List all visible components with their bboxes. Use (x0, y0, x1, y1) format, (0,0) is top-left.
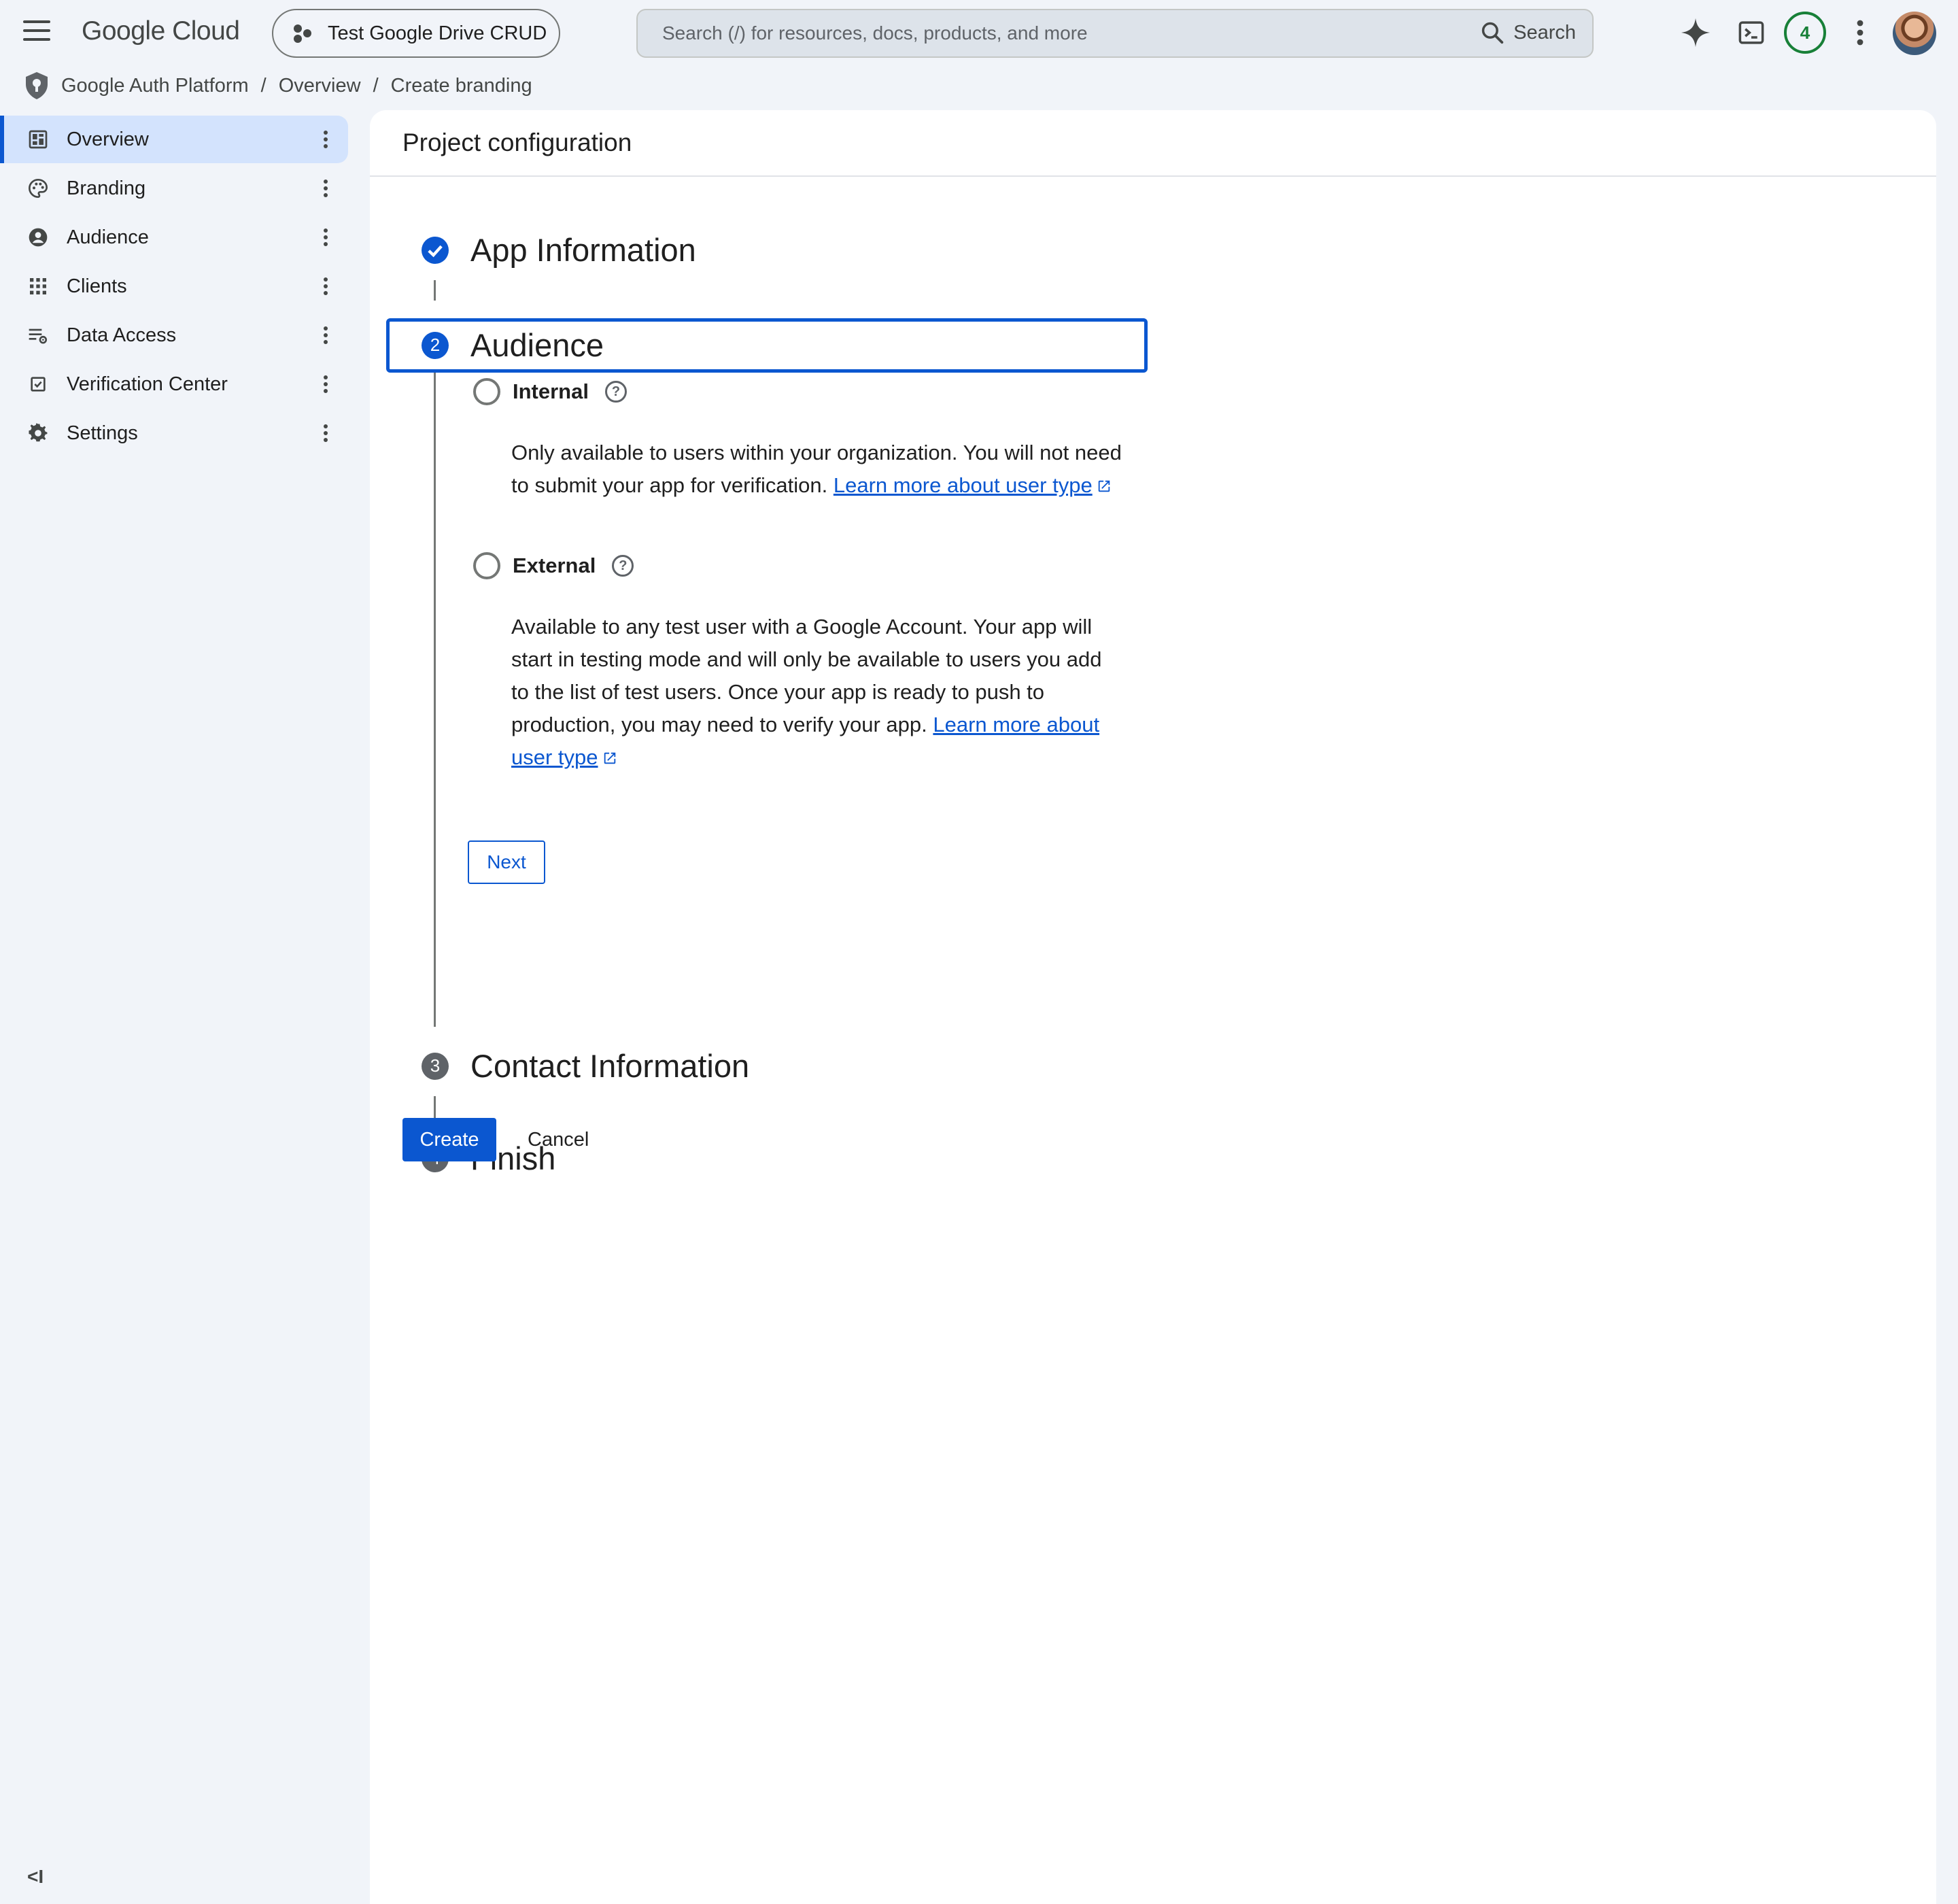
apps-grid-icon (30, 278, 46, 294)
sidebar-item-overview[interactable]: Overview (0, 116, 348, 163)
data-settings-icon (29, 328, 48, 344)
sidebar-item-label: Settings (67, 422, 138, 444)
internal-description: Only available to users within your orga… (511, 437, 1123, 502)
project-name: Test Google Drive CRUD (328, 22, 547, 44)
step-title: App Information (470, 232, 696, 268)
more-vert-icon[interactable] (315, 227, 336, 248)
internal-label[interactable]: Internal (513, 379, 589, 404)
next-button[interactable]: Next (468, 840, 545, 884)
more-vert-icon[interactable] (315, 178, 336, 199)
help-icon[interactable]: ? (604, 381, 627, 403)
search-input[interactable] (662, 22, 1410, 44)
step-number: 2 (422, 331, 449, 359)
palette-icon (28, 178, 48, 199)
account-circle-icon (29, 228, 48, 247)
internal-option: Internal ? (473, 378, 627, 405)
notifications-badge[interactable]: 4 (1784, 12, 1826, 54)
more-vert-icon[interactable] (315, 374, 336, 394)
search-button[interactable]: Search (1479, 20, 1576, 46)
sidebar-item-label: Data Access (67, 324, 177, 346)
main-menu-icon[interactable] (23, 20, 50, 45)
main-panel: Project configuration App Information 2 … (370, 110, 1936, 1904)
breadcrumb-separator: / (260, 74, 267, 97)
sidebar-item-clients[interactable]: Clients (0, 262, 368, 310)
account-avatar[interactable] (1893, 12, 1936, 55)
page-title: Project configuration (402, 129, 632, 156)
more-vert-icon[interactable] (315, 276, 336, 296)
step-connector (434, 1096, 436, 1118)
sidebar-item-label: Branding (67, 177, 146, 199)
step-contact-information[interactable]: 3 Contact Information (422, 1047, 749, 1085)
more-vert-icon[interactable] (315, 325, 336, 345)
create-button[interactable]: Create (402, 1118, 496, 1161)
search-bar: Search (636, 9, 1594, 58)
sidebar-item-label: Clients (67, 275, 127, 297)
breadcrumb-separator: / (373, 74, 379, 97)
search-button-label: Search (1513, 21, 1576, 44)
collapse-sidebar-icon[interactable]: <I (27, 1866, 44, 1888)
sidebar-item-audience[interactable]: Audience (0, 214, 368, 261)
learn-more-user-type-link[interactable]: Learn more about user type (834, 473, 1112, 497)
breadcrumb-auth-platform[interactable]: Google Auth Platform (61, 75, 249, 97)
step-title: Audience (470, 327, 604, 363)
sidebar-item-label: Overview (67, 128, 149, 150)
help-icon[interactable]: ? (612, 555, 634, 577)
external-label[interactable]: External (513, 554, 596, 578)
step-app-information[interactable]: App Information (422, 231, 696, 269)
step-connector (434, 280, 436, 301)
sidebar-item-verification-center[interactable]: Verification Center (0, 360, 368, 408)
check-circle-icon (422, 236, 449, 264)
sidebar-item-branding[interactable]: Branding (0, 165, 368, 212)
breadcrumb-current: Create branding (390, 74, 532, 97)
step-connector (434, 373, 436, 1027)
auth-shield-icon (26, 72, 48, 99)
sidebar-item-data-access[interactable]: Data Access (0, 311, 368, 359)
panel-header: Project configuration (370, 110, 1936, 177)
external-option: External ? (473, 552, 634, 579)
verified-checkbox-icon (31, 377, 46, 392)
internal-radio[interactable] (473, 378, 500, 405)
step-audience[interactable]: 2 Audience (422, 326, 604, 364)
learn-more-link-text: Learn more about user type (833, 473, 1093, 497)
external-description: Available to any test user with a Google… (511, 611, 1123, 774)
external-radio[interactable] (473, 552, 500, 579)
step-number: 3 (422, 1052, 449, 1080)
top-bar: Google Cloud Test Google Drive CRUD Sear… (0, 0, 1958, 65)
dashboard-icon (29, 130, 48, 149)
gear-icon (29, 423, 48, 442)
external-link-icon (1098, 480, 1110, 492)
breadcrumb: Google Auth Platform / Overview / Create… (23, 72, 532, 99)
external-link-icon (604, 752, 615, 764)
project-picker-button[interactable]: Test Google Drive CRUD (272, 9, 560, 58)
breadcrumb-overview[interactable]: Overview (279, 75, 361, 97)
more-vert-icon[interactable] (1842, 15, 1878, 50)
search-icon (1481, 22, 1504, 44)
google-cloud-logo[interactable]: Google Cloud (82, 16, 240, 46)
sidebar-nav: Overview Branding Audience Clients Data … (0, 116, 368, 458)
sidebar-item-settings[interactable]: Settings (0, 409, 368, 457)
sidebar-item-label: Audience (67, 226, 149, 248)
gemini-sparkle-icon[interactable] (1678, 15, 1713, 50)
sidebar-item-label: Verification Center (67, 373, 228, 395)
step-title: Contact Information (470, 1048, 750, 1084)
more-vert-icon[interactable] (315, 129, 336, 150)
more-vert-icon[interactable] (315, 423, 336, 443)
project-icon (292, 23, 313, 44)
cloud-shell-terminal-icon[interactable] (1734, 15, 1769, 50)
cancel-button[interactable]: Cancel (519, 1118, 597, 1161)
